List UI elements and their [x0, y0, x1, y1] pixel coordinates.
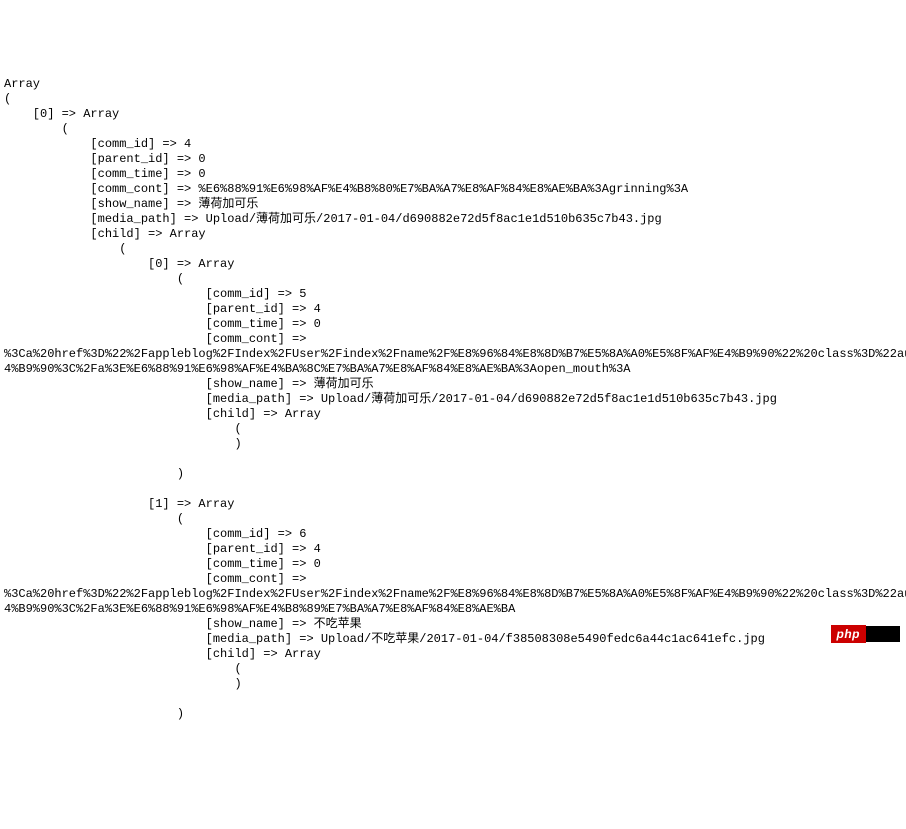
line: %3Ca%20href%3D%22%2Fappleblog%2FIndex%2F…	[4, 347, 906, 361]
line: 4%B9%90%3C%2Fa%3E%E6%88%91%E6%98%AF%E4%B…	[4, 362, 631, 376]
line: [0] => Array	[4, 257, 234, 271]
line: [comm_cont] =>	[4, 332, 314, 346]
line: [parent_id] => 4	[4, 542, 321, 556]
line: %3Ca%20href%3D%22%2Fappleblog%2FIndex%2F…	[4, 587, 906, 601]
php-cn-watermark: php	[823, 611, 900, 642]
line: (	[4, 512, 184, 526]
line: [comm_time] => 0	[4, 167, 206, 181]
line: [1] => Array	[4, 497, 234, 511]
line: [parent_id] => 4	[4, 302, 321, 316]
line: Array	[4, 77, 40, 91]
line: [comm_time] => 0	[4, 317, 321, 331]
line: [comm_cont] =>	[4, 572, 314, 586]
line: [parent_id] => 0	[4, 152, 206, 166]
line: 4%B9%90%3C%2Fa%3E%E6%88%91%E6%98%AF%E4%B…	[4, 602, 515, 616]
line: [child] => Array	[4, 647, 321, 661]
line: [media_path] => Upload/不吃苹果/2017-01-04/f…	[4, 632, 765, 646]
line: [child] => Array	[4, 407, 321, 421]
line: [show_name] => 薄荷加可乐	[4, 377, 374, 391]
line: (	[4, 242, 126, 256]
line: [comm_time] => 0	[4, 557, 321, 571]
line: (	[4, 272, 184, 286]
line: (	[4, 422, 242, 436]
line: [comm_cont] => %E6%88%91%E6%98%AF%E4%B8%…	[4, 182, 688, 196]
line: [media_path] => Upload/薄荷加可乐/2017-01-04/…	[4, 212, 662, 226]
line: )	[4, 677, 242, 691]
line: (	[4, 122, 69, 136]
line: [child] => Array	[4, 227, 206, 241]
line: )	[4, 467, 184, 481]
watermark-tail	[866, 626, 900, 642]
php-array-dump: Array ( [0] => Array ( [comm_id] => 4 [p…	[4, 62, 902, 722]
line: [0] => Array	[4, 107, 119, 121]
line: )	[4, 707, 184, 721]
line: [media_path] => Upload/薄荷加可乐/2017-01-04/…	[4, 392, 777, 406]
line: [comm_id] => 4	[4, 137, 191, 151]
line: )	[4, 437, 242, 451]
line: [show_name] => 不吃苹果	[4, 617, 362, 631]
line: [comm_id] => 5	[4, 287, 306, 301]
line: (	[4, 662, 242, 676]
watermark-label: php	[831, 625, 867, 643]
line: [show_name] => 薄荷加可乐	[4, 197, 258, 211]
line: (	[4, 92, 11, 106]
line: [comm_id] => 6	[4, 527, 306, 541]
